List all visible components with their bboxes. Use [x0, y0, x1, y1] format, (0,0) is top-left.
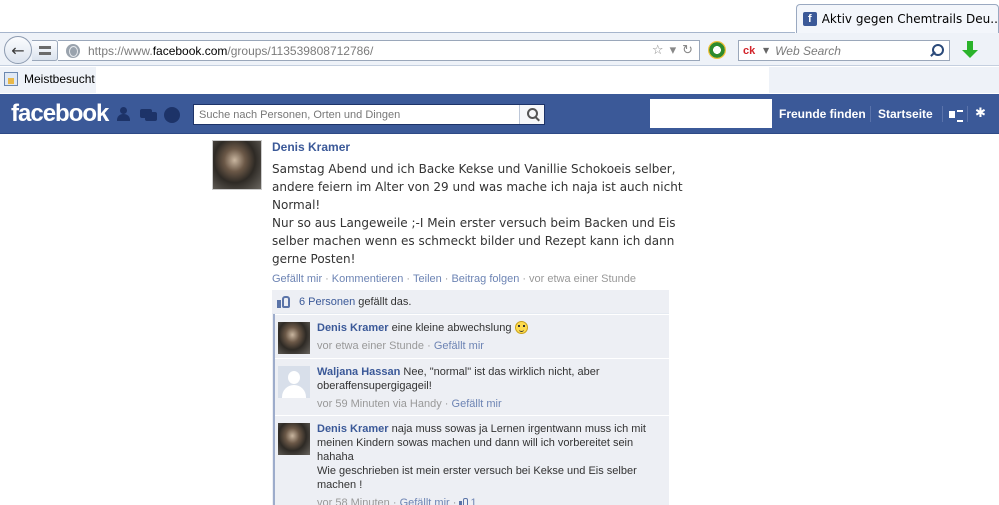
facebook-search-input[interactable]: [194, 105, 519, 124]
facebook-favicon-icon: f: [803, 12, 817, 26]
browser-tab-strip: f Aktiv gegen Chemtrails Deu...: [0, 0, 999, 33]
facebook-header: facebook Freunde finden Startseite ✱: [0, 94, 999, 134]
comment-meta: vor 59 Minuten via Handy · Gefällt mir: [317, 398, 502, 410]
bookmarks-empty-area: [96, 67, 769, 93]
comment-link[interactable]: Kommentieren: [332, 273, 404, 285]
post-author-avatar[interactable]: [212, 140, 262, 190]
comment-avatar[interactable]: [278, 423, 310, 455]
comment-like-link[interactable]: Gefällt mir: [400, 497, 450, 505]
nav-find-friends[interactable]: Freunde finden: [779, 107, 866, 121]
facebook-logo[interactable]: facebook: [11, 100, 109, 128]
likes-count-link[interactable]: 6 Personen: [299, 296, 355, 308]
comment-item: Denis Kramer naja muss sowas ja Lernen i…: [275, 415, 669, 505]
facebook-search-box[interactable]: [193, 104, 545, 125]
reload-icon[interactable]: ↻: [682, 43, 693, 58]
comment-timestamp[interactable]: vor 58 Minuten: [317, 497, 390, 505]
comment-like-link[interactable]: Gefällt mir: [452, 398, 502, 410]
browser-nav-toolbar: ← https://www.facebook.com/groups/113539…: [0, 33, 999, 66]
comment-avatar-default[interactable]: [278, 366, 310, 398]
tab-title: Aktiv gegen Chemtrails Deu...: [821, 12, 998, 26]
profile-name-box[interactable]: [650, 99, 772, 128]
addon-icon[interactable]: [708, 41, 726, 59]
search-engine-icon[interactable]: ck: [743, 44, 763, 58]
share-link[interactable]: Teilen: [413, 273, 442, 285]
bookmark-folder-icon: [4, 72, 18, 86]
gear-icon[interactable]: ✱: [975, 107, 986, 120]
comment-text: Waljana Hassan Nee, "normal" ist das wir…: [317, 365, 663, 393]
smiley-icon: [514, 321, 528, 334]
bookmark-most-visited[interactable]: Meistbesucht: [4, 72, 95, 86]
dropdown-arrow-icon[interactable]: ▾: [670, 43, 677, 58]
likes-suffix: gefällt das.: [358, 295, 412, 308]
like-link[interactable]: Gefällt mir: [272, 273, 322, 285]
comment-text: Denis Kramer naja muss sowas ja Lernen i…: [317, 422, 663, 492]
web-search-bar[interactable]: ck ▼ Web Search: [738, 40, 950, 61]
page-list-button[interactable]: [32, 40, 58, 61]
comment-section: 6 Personen gefällt das. Denis Kramer ein…: [272, 290, 669, 505]
url-text[interactable]: https://www.facebook.com/groups/11353980…: [88, 44, 373, 58]
nav-divider: [967, 106, 968, 122]
post-paragraph: Samstag Abend und ich Backe Kekse und Va…: [272, 162, 683, 212]
back-arrow-icon: ←: [11, 40, 25, 60]
bookmarks-toolbar: Meistbesucht: [0, 67, 999, 93]
tab-strip-empty-area: [0, 0, 795, 33]
facebook-search-button[interactable]: [519, 105, 544, 124]
follow-post-link[interactable]: Beitrag folgen: [451, 273, 519, 285]
messages-icon[interactable]: [140, 107, 157, 122]
url-bar[interactable]: https://www.facebook.com/groups/11353980…: [58, 40, 700, 61]
nav-divider: [870, 106, 871, 122]
comment-body-line: Wie geschrieben ist mein erster versuch …: [317, 465, 637, 491]
bookmark-star-icon[interactable]: ☆: [652, 43, 664, 58]
comment-author[interactable]: Waljana Hassan: [317, 366, 400, 378]
comment-list: Denis Kramer eine kleine abwechslung vor…: [273, 314, 669, 505]
likes-summary: 6 Personen gefällt das.: [272, 290, 669, 314]
comment-item: Waljana Hassan Nee, "normal" ist das wir…: [275, 358, 669, 415]
like-thumb-icon: [459, 498, 469, 505]
comment-meta: vor 58 Minuten · Gefällt mir · 1: [317, 497, 663, 505]
page-list-icon: [38, 46, 51, 55]
post-author-name[interactable]: Denis Kramer: [272, 140, 350, 154]
post-action-bar: Gefällt mir · Kommentieren · Teilen · Beitrag …: [272, 273, 637, 285]
comment-avatar[interactable]: [278, 322, 310, 354]
notifications-globe-icon[interactable]: [164, 107, 180, 123]
comment-meta: vor etwa einer Stunde · Gefällt mir: [317, 340, 484, 352]
url-actions: ☆ ▾ ↻: [652, 43, 693, 58]
like-thumb-icon: [277, 295, 291, 308]
bookmark-label: Meistbesucht: [24, 72, 95, 86]
nav-divider: [942, 106, 943, 122]
comment-text: Denis Kramer eine kleine abwechslung: [317, 321, 663, 335]
friend-requests-icon[interactable]: [116, 107, 132, 122]
web-search-placeholder[interactable]: Web Search: [775, 44, 929, 58]
search-magnifier-icon[interactable]: [929, 43, 945, 59]
post-body: Samstag Abend und ich Backe Kekse und Va…: [272, 160, 702, 268]
comment-timestamp[interactable]: vor etwa einer Stunde: [317, 340, 424, 352]
comment-body: eine kleine abwechslung: [391, 322, 512, 334]
comment-like-count[interactable]: 1: [459, 497, 477, 505]
globe-icon: [66, 43, 80, 58]
back-button[interactable]: ←: [4, 36, 32, 64]
comment-author[interactable]: Denis Kramer: [317, 423, 389, 435]
post-paragraph: Nur so aus Langeweile ;-I Mein erster ve…: [272, 216, 676, 266]
download-icon[interactable]: [962, 41, 978, 59]
privacy-shortcuts-icon[interactable]: [949, 108, 963, 122]
comment-timestamp[interactable]: vor 59 Minuten via Handy: [317, 398, 442, 410]
comment-like-link[interactable]: Gefällt mir: [434, 340, 484, 352]
search-engine-caret-icon[interactable]: ▼: [763, 46, 769, 55]
browser-tab-active[interactable]: f Aktiv gegen Chemtrails Deu...: [796, 4, 999, 33]
post-timestamp[interactable]: vor etwa einer Stunde: [529, 273, 636, 285]
nav-home[interactable]: Startseite: [878, 107, 933, 121]
comment-author[interactable]: Denis Kramer: [317, 322, 389, 334]
comment-item: Denis Kramer eine kleine abwechslung vor…: [275, 314, 669, 358]
